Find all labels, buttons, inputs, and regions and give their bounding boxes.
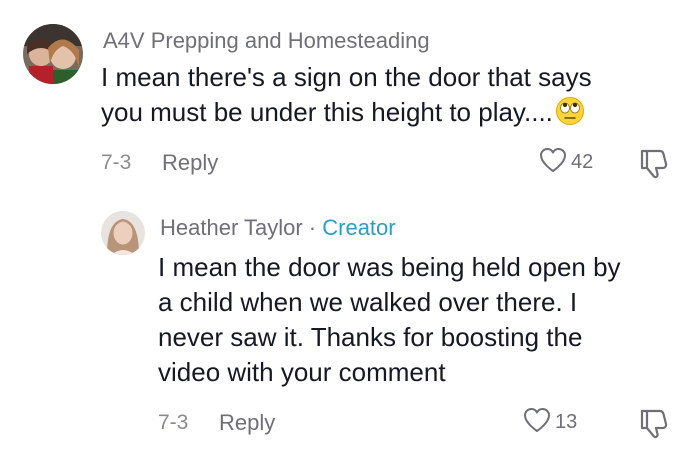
thumbs-down-icon xyxy=(638,149,672,183)
like-count: 42 xyxy=(571,151,594,173)
comment-text-line: I mean there's a sign on the door that s… xyxy=(101,62,592,92)
creator-badge: Creator xyxy=(322,215,396,240)
dislike-button[interactable] xyxy=(638,407,672,444)
comment-text-line: I mean the door was being held open by xyxy=(158,252,621,282)
comment-author: Heather Taylor · Creator xyxy=(160,215,396,241)
author-name[interactable]: Heather Taylor xyxy=(160,215,303,240)
like-count: 13 xyxy=(555,411,578,433)
thumbs-down-icon xyxy=(638,409,672,443)
comment-text-line: a child when we walked over there. I xyxy=(158,287,578,317)
heart-icon xyxy=(538,146,568,179)
avatar[interactable] xyxy=(23,24,83,84)
comment-text-line: never saw it. Thanks for boosting the xyxy=(158,322,583,352)
comment-text: I mean there's a sign on the door that s… xyxy=(101,60,592,130)
comment-date: 7-3 xyxy=(158,411,189,434)
like-button[interactable]: 13 xyxy=(522,406,577,439)
comment-text-fragment: you must be under this height to play...… xyxy=(101,97,553,127)
dislike-button[interactable] xyxy=(638,147,672,184)
comment-text: I mean the door was being held open by a… xyxy=(158,250,621,390)
author-name[interactable]: A4V Prepping and Homesteading xyxy=(103,28,430,53)
reply-button[interactable]: Reply xyxy=(162,150,218,176)
like-button[interactable]: 42 xyxy=(538,146,593,179)
comment-text-line: you must be under this height to play...… xyxy=(101,95,592,130)
avatar[interactable] xyxy=(101,211,145,255)
reply-button[interactable]: Reply xyxy=(219,410,275,436)
comment-author[interactable]: A4V Prepping and Homesteading xyxy=(103,28,430,54)
comment-date: 7-3 xyxy=(101,151,132,174)
comment-text-line: video with your comment xyxy=(158,357,446,387)
separator-dot: · xyxy=(308,215,317,240)
rolling-eyes-emoji-icon xyxy=(555,96,585,126)
heart-icon xyxy=(522,406,552,439)
